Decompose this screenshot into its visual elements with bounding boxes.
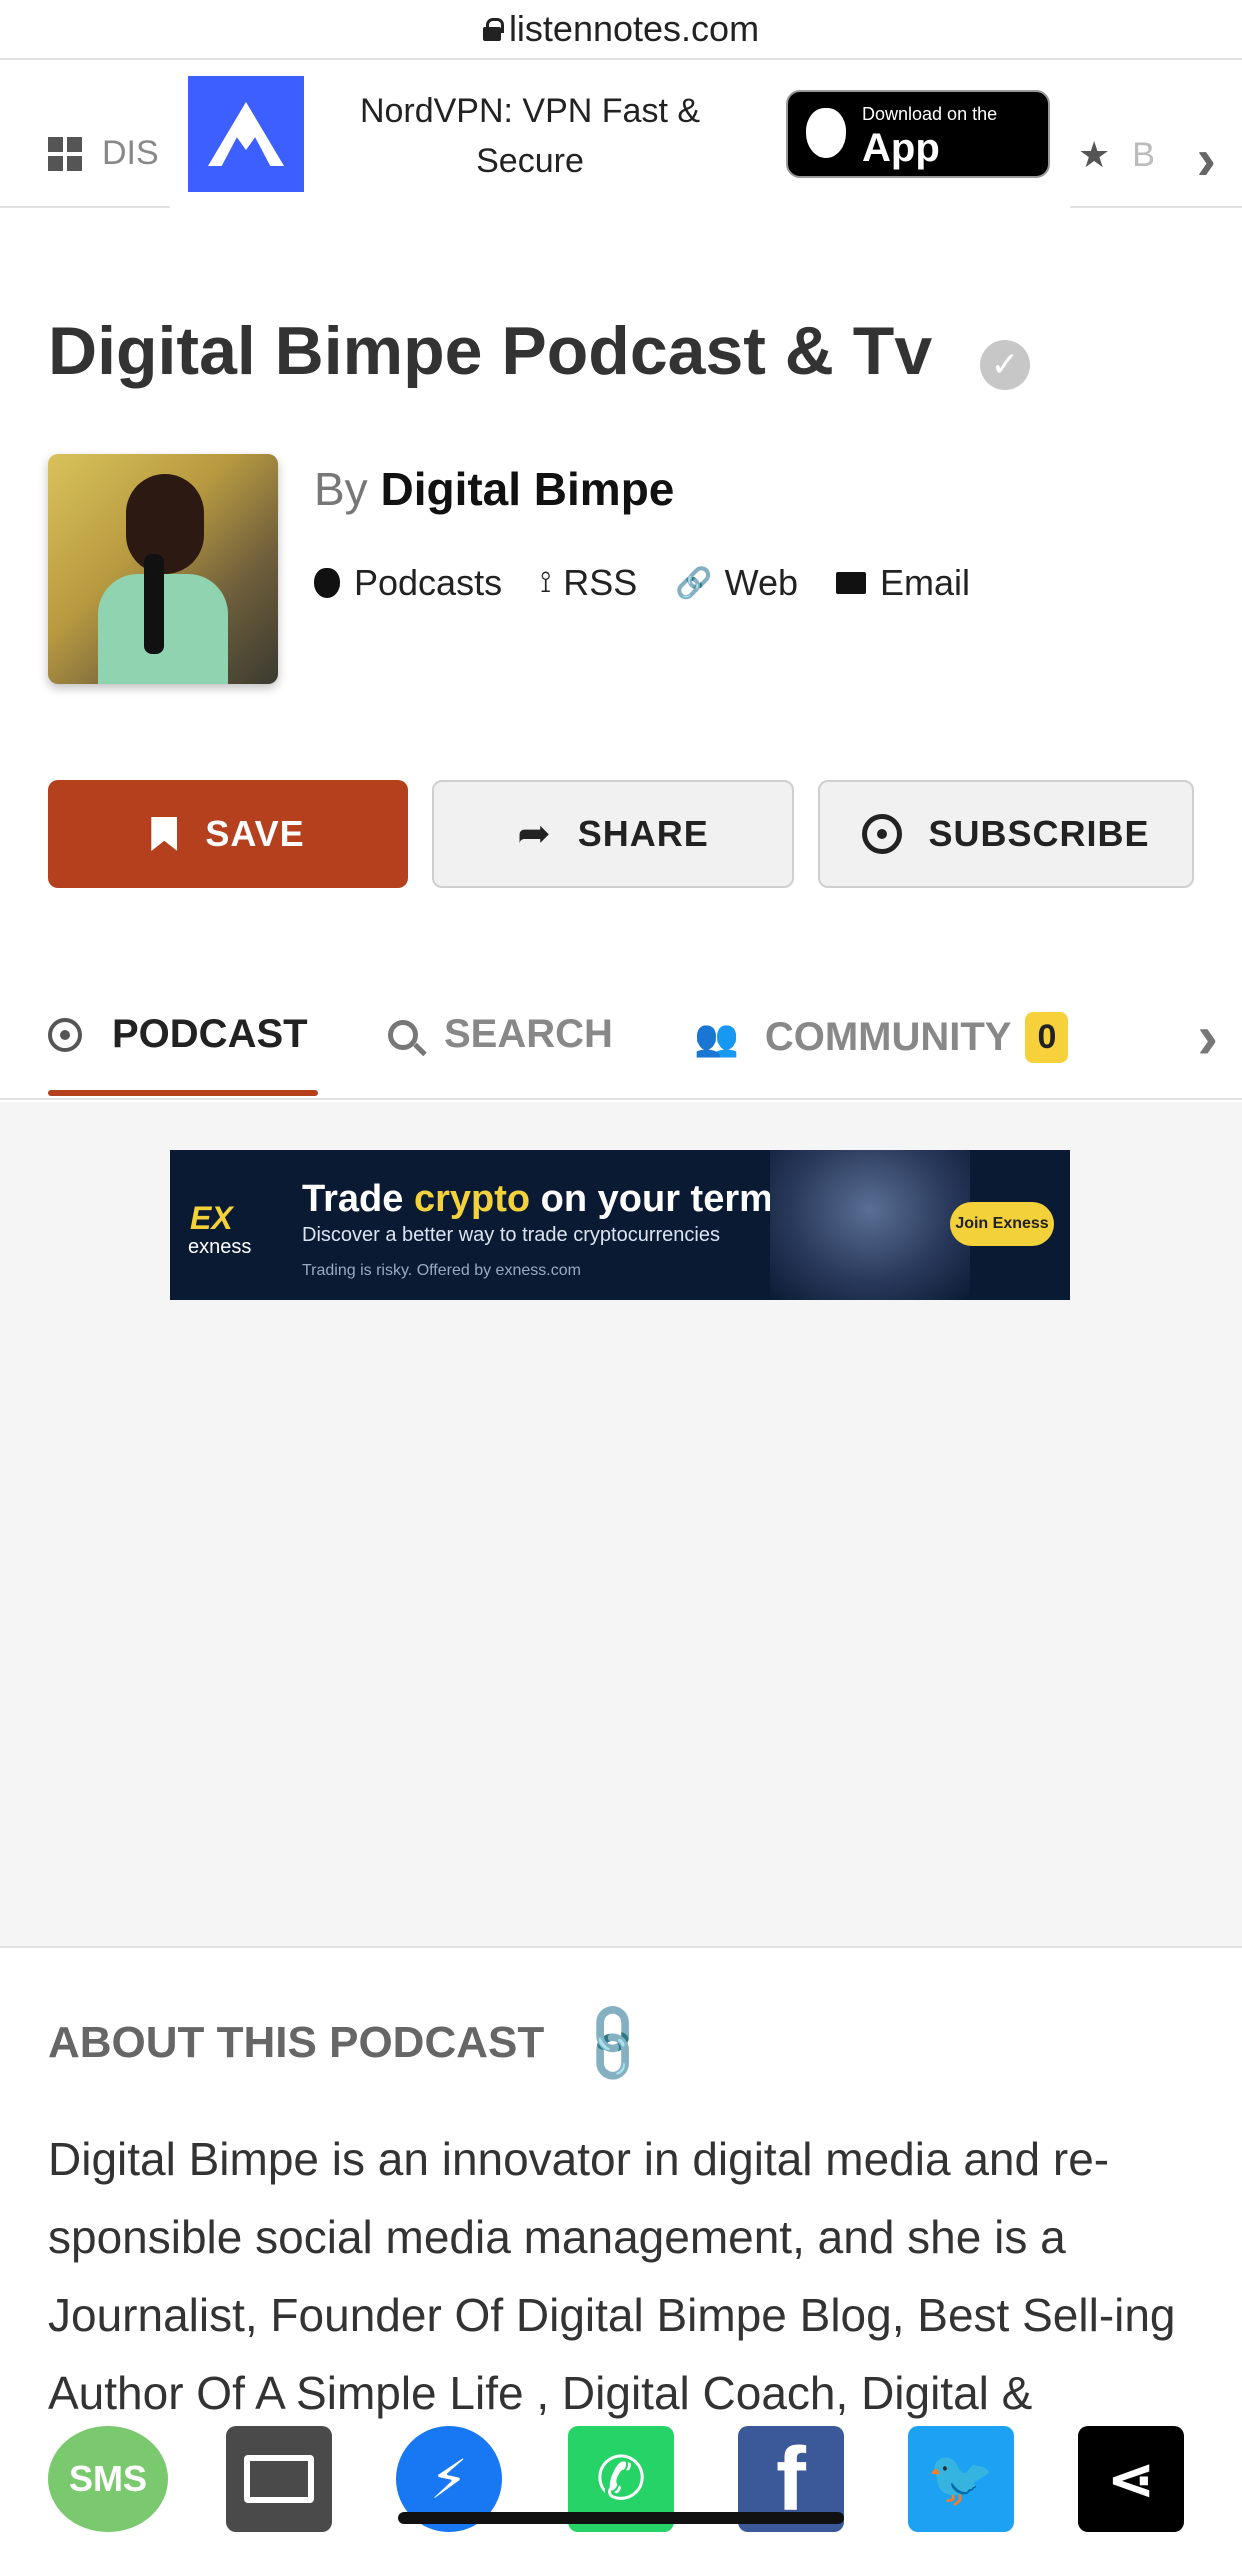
ad-disclaimer: Trading is risky. Offered by exness.com xyxy=(302,1262,581,1279)
about-description: Digital Bimpe is an innovator in digital… xyxy=(48,2133,1176,2419)
community-count-badge: 0 xyxy=(1025,1012,1069,1063)
ad-container: EX exness Trade crypto on your terms Dis… xyxy=(0,1102,1242,1948)
ad-subtext: Discover a better way to trade cryptocur… xyxy=(302,1224,720,1246)
apple-podcasts-label: Podcasts xyxy=(354,562,503,603)
headline-pre: Trade xyxy=(302,1178,414,1220)
more-share-button[interactable]: ⋖ xyxy=(1078,2426,1184,2532)
app-store-badge[interactable]: Download on the App Store xyxy=(786,90,1050,215)
grid-icon xyxy=(48,136,82,171)
share-button[interactable]: ➦ SHARE xyxy=(432,780,794,888)
address-bar[interactable]: listennotes.com xyxy=(0,0,1242,60)
home-indicator[interactable] xyxy=(398,2512,844,2524)
store-small-text: Download on the xyxy=(862,104,998,124)
sms-share-button[interactable]: SMS xyxy=(48,2426,168,2532)
podcast-links: Podcasts ⟟ RSS 🔗 Web Email xyxy=(314,562,1008,604)
rss-icon: ⟟ xyxy=(540,566,552,599)
podcast-icon xyxy=(862,814,903,854)
bookmark-icon xyxy=(151,817,178,851)
active-tab-indicator xyxy=(48,1090,318,1096)
apple-icon xyxy=(314,568,340,598)
ad-photo xyxy=(770,1150,970,1300)
share-bar: SMS ⚡ ✆ f 🐦 ⋖ xyxy=(0,2420,1242,2556)
share-arrow-icon: ➦ xyxy=(517,812,552,856)
ad-cta-button[interactable]: Join Exness xyxy=(950,1202,1054,1246)
subscribe-label: SUBSCRIBE xyxy=(928,813,1150,854)
tab-podcast[interactable]: PODCAST xyxy=(48,1012,308,1057)
email-label: Email xyxy=(880,562,971,603)
exness-ad-banner[interactable]: EX exness Trade crypto on your terms Dis… xyxy=(170,1150,1070,1300)
podcast-cover-image[interactable] xyxy=(48,454,278,684)
link-icon: 🔗 xyxy=(675,566,713,600)
verified-icon: ✓ xyxy=(980,340,1030,390)
about-heading-text: ABOUT THIS PODCAST xyxy=(48,2018,545,2067)
tab-community[interactable]: 👥 COMMUNITY 0 xyxy=(694,1012,1069,1063)
apple-icon xyxy=(806,108,846,158)
tab-search-label: SEARCH xyxy=(444,1012,613,1056)
tab-podcast-label: PODCAST xyxy=(112,1012,308,1056)
exness-logo: EX xyxy=(190,1200,233,1236)
twitter-share-button[interactable]: 🐦 xyxy=(908,2426,1014,2532)
permalink-icon[interactable]: 🔗 xyxy=(565,1995,661,2091)
save-button[interactable]: SAVE xyxy=(48,780,408,888)
byline-prefix: By xyxy=(314,463,368,515)
tab-search[interactable]: SEARCH xyxy=(388,1012,613,1057)
top-nav: DIS ★ B › NordVPN: VPN Fast & Secure Dow… xyxy=(0,62,1242,215)
nordvpn-ad[interactable]: NordVPN: VPN Fast & Secure Download on t… xyxy=(170,62,1070,215)
tab-community-label: COMMUNITY xyxy=(764,1015,1012,1059)
page-title: Digital Bimpe Podcast & Tv xyxy=(48,313,933,389)
byline: By Digital Bimpe xyxy=(314,462,674,516)
messenger-icon: ⚡ xyxy=(430,2449,468,2510)
envelope-icon xyxy=(836,572,867,594)
ad-title: NordVPN: VPN Fast & Secure xyxy=(359,92,701,180)
save-label: SAVE xyxy=(205,813,305,854)
ad-headline: Trade crypto on your terms xyxy=(302,1178,794,1221)
chevron-right-icon[interactable]: › xyxy=(1197,1002,1218,1073)
email-link[interactable]: Email xyxy=(836,562,970,604)
email-share-button[interactable] xyxy=(226,2426,332,2532)
best-nav-item[interactable]: ★ B xyxy=(1078,134,1155,176)
apple-podcasts-link[interactable]: Podcasts xyxy=(314,562,502,604)
users-icon: 👥 xyxy=(694,1016,739,1058)
discover-label: DIS xyxy=(102,134,159,172)
headline-accent: crypto xyxy=(413,1178,531,1220)
rss-label: RSS xyxy=(563,562,638,603)
author-link[interactable]: Digital Bimpe xyxy=(380,463,674,515)
share-label: SHARE xyxy=(577,813,709,854)
podcast-icon xyxy=(48,1017,82,1052)
search-icon xyxy=(388,1019,418,1050)
whatsapp-icon: ✆ xyxy=(595,2445,647,2512)
discover-nav-item[interactable]: DIS xyxy=(48,134,159,173)
chevron-right-icon[interactable]: › xyxy=(1197,126,1216,193)
about-heading: ABOUT THIS PODCAST 🔗 xyxy=(48,1996,660,2090)
lock-icon xyxy=(482,18,504,41)
star-icon: ★ xyxy=(1078,134,1111,175)
web-label: Web xyxy=(724,562,799,603)
twitter-icon: 🐦 xyxy=(927,2448,995,2509)
web-link[interactable]: 🔗 Web xyxy=(675,562,798,604)
envelope-icon xyxy=(244,2455,314,2503)
headline-post: on your terms xyxy=(530,1178,795,1220)
tab-bar: PODCAST SEARCH 👥 COMMUNITY 0 › xyxy=(0,970,1242,1100)
subscribe-button[interactable]: SUBSCRIBE xyxy=(818,780,1194,888)
rss-link[interactable]: ⟟ RSS xyxy=(540,562,637,604)
url-text: listennotes.com xyxy=(508,8,760,49)
best-label: B xyxy=(1132,135,1155,174)
store-big-text: App Store xyxy=(862,126,965,215)
share-icon: ⋖ xyxy=(1106,2447,1156,2512)
nordvpn-logo xyxy=(188,76,304,192)
exness-logo-text: exness xyxy=(188,1236,252,1258)
